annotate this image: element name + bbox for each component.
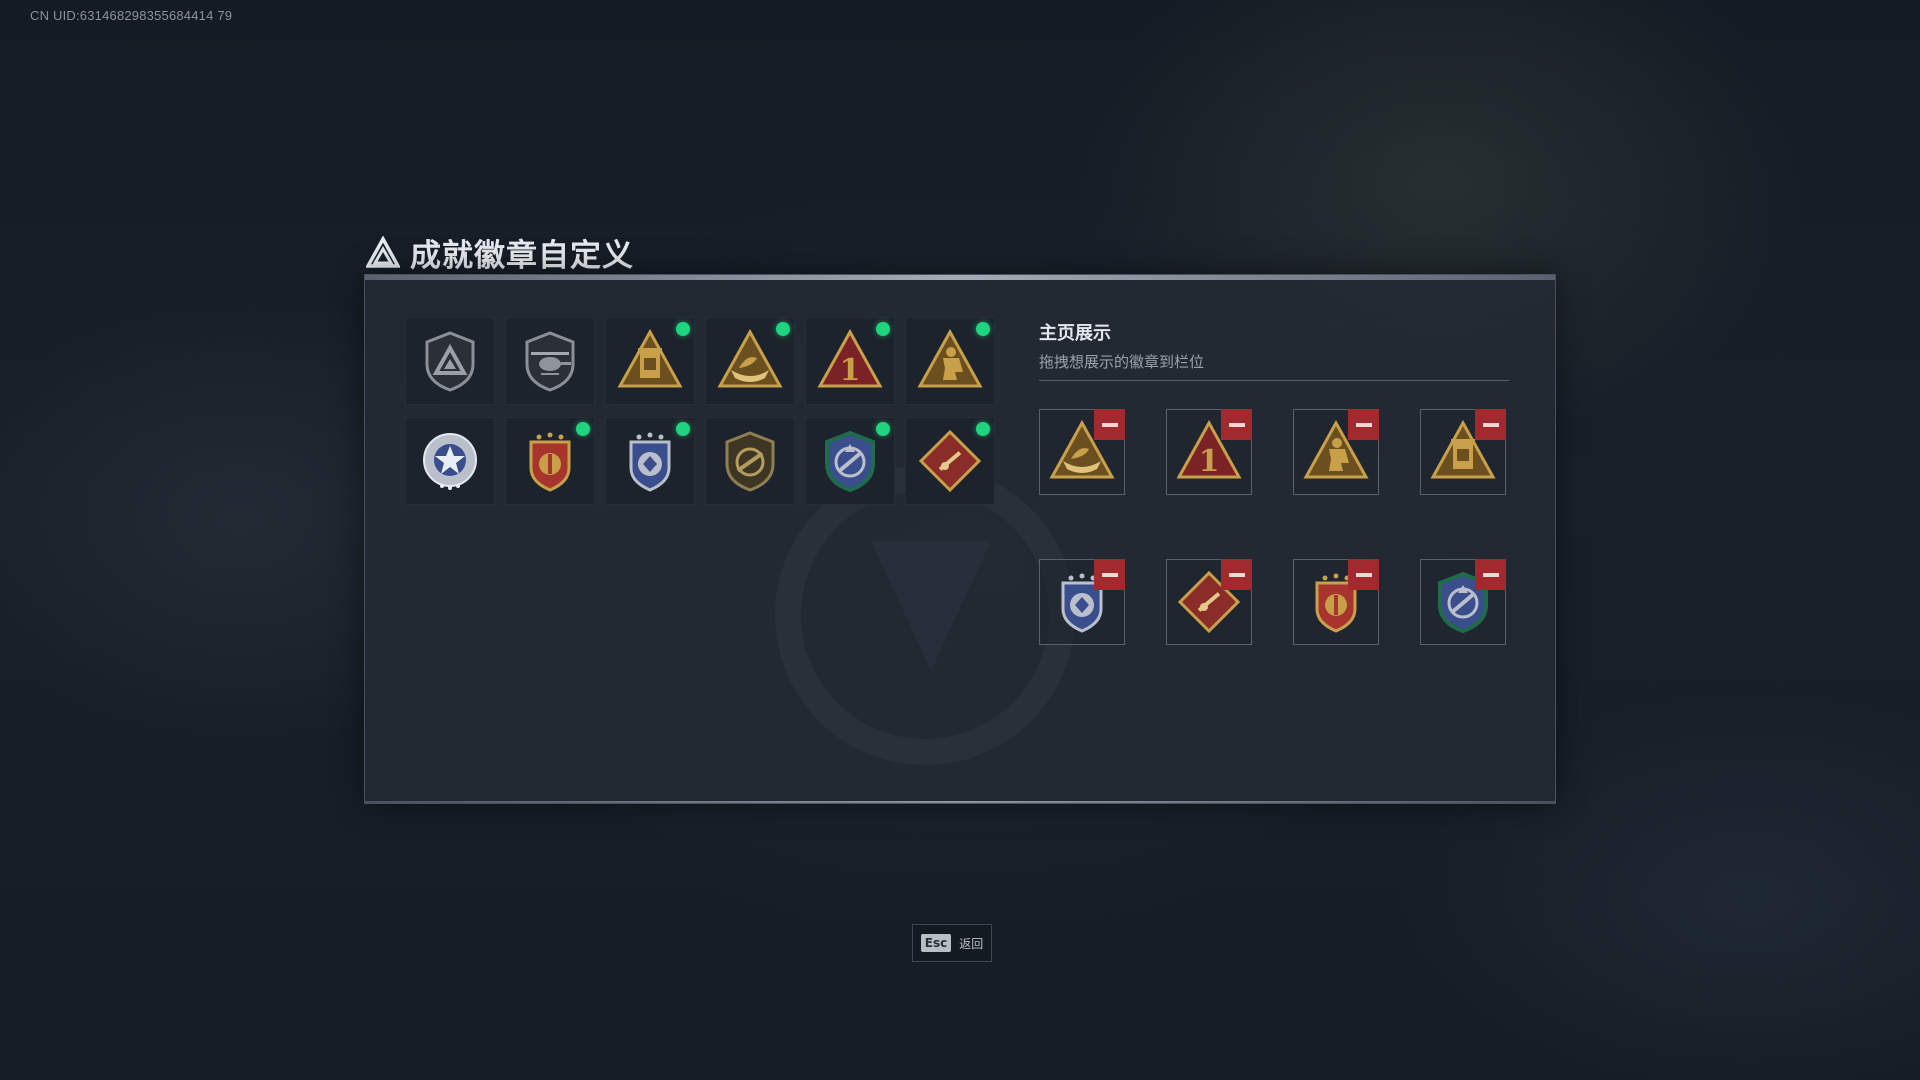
background-emblem	[775, 465, 1075, 765]
triangle-logo-icon	[366, 235, 400, 268]
badge-cell[interactable]	[405, 417, 495, 505]
silver-star-badge-icon	[423, 433, 477, 490]
badge-cell[interactable]	[505, 317, 595, 405]
gold-crest-badge-icon	[529, 432, 571, 492]
lantern-triangle-badge-icon	[617, 328, 683, 388]
display-title: 主页展示	[1039, 323, 1111, 344]
remove-badge-button[interactable]	[1221, 559, 1252, 590]
green-arrows-badge-icon	[825, 430, 875, 493]
remove-badge-button[interactable]	[1348, 559, 1379, 590]
badge-cell[interactable]	[605, 317, 695, 405]
new-indicator	[676, 322, 690, 336]
badge-cell[interactable]	[905, 317, 995, 405]
uid-label: CN UID:631468298355684414 79	[30, 8, 233, 23]
badge-cell[interactable]	[505, 417, 595, 505]
remove-badge-button[interactable]	[1094, 559, 1125, 590]
badge-panel: 1 主页展示 拖拽想展示的徽章到栏位 1	[364, 274, 1556, 804]
minus-icon	[1355, 572, 1372, 577]
badge-cell[interactable]	[705, 417, 795, 505]
new-indicator	[976, 322, 990, 336]
remove-badge-button[interactable]	[1221, 409, 1252, 440]
helicopter-shield-badge-icon	[525, 331, 575, 392]
badge-cell[interactable]	[705, 317, 795, 405]
display-slot[interactable]	[1039, 559, 1125, 645]
page-header: 成就徽章自定义	[366, 230, 634, 275]
rifle-shield-badge-icon	[725, 431, 775, 492]
blue-crest-badge-icon	[629, 432, 671, 492]
page-title: 成就徽章自定义	[410, 238, 634, 274]
minus-icon	[1228, 422, 1245, 427]
badge-cell[interactable]	[605, 417, 695, 505]
remove-badge-button[interactable]	[1475, 409, 1506, 440]
new-indicator	[976, 422, 990, 436]
svg-text:1: 1	[840, 353, 861, 388]
minus-icon	[1101, 572, 1118, 577]
new-indicator	[676, 422, 690, 436]
new-indicator	[876, 322, 890, 336]
badge-cell[interactable]	[805, 417, 895, 505]
number-one-triangle-badge-icon: 1	[817, 328, 883, 388]
homepage-display-section: 主页展示 拖拽想展示的徽章到栏位 1	[1039, 319, 1509, 645]
boat-triangle-badge-icon	[717, 328, 783, 388]
display-slot[interactable]	[1166, 559, 1252, 645]
red-diamond-badge-icon	[918, 429, 982, 493]
display-subtitle: 拖拽想展示的徽章到栏位	[1039, 353, 1205, 371]
badge-cell[interactable]	[405, 317, 495, 405]
display-slot[interactable]	[1293, 409, 1379, 495]
badge-cell[interactable]: 1	[805, 317, 895, 405]
minus-icon	[1482, 422, 1499, 427]
new-indicator	[876, 422, 890, 436]
display-slot[interactable]	[1420, 409, 1506, 495]
badge-collection-grid: 1	[405, 317, 995, 505]
minus-icon	[1355, 422, 1372, 427]
display-slot[interactable]: 1	[1166, 409, 1252, 495]
display-divider	[1039, 380, 1509, 381]
back-button[interactable]: Esc 返回	[912, 924, 992, 962]
remove-badge-button[interactable]	[1348, 409, 1379, 440]
figure-triangle-badge-icon	[917, 328, 983, 388]
new-indicator	[776, 322, 790, 336]
display-slots: 1	[1039, 409, 1506, 645]
new-indicator	[576, 422, 590, 436]
badge-cell[interactable]	[905, 417, 995, 505]
display-slot[interactable]	[1293, 559, 1379, 645]
svg-text:1: 1	[1199, 444, 1220, 479]
display-slot[interactable]	[1420, 559, 1506, 645]
minus-icon	[1101, 422, 1118, 427]
shield-triangle-badge-icon	[425, 331, 475, 392]
esc-key: Esc	[920, 934, 952, 952]
back-label: 返回	[959, 936, 984, 951]
minus-icon	[1228, 572, 1245, 577]
remove-badge-button[interactable]	[1475, 559, 1506, 590]
remove-badge-button[interactable]	[1094, 409, 1125, 440]
minus-icon	[1482, 572, 1499, 577]
display-slot[interactable]	[1039, 409, 1125, 495]
